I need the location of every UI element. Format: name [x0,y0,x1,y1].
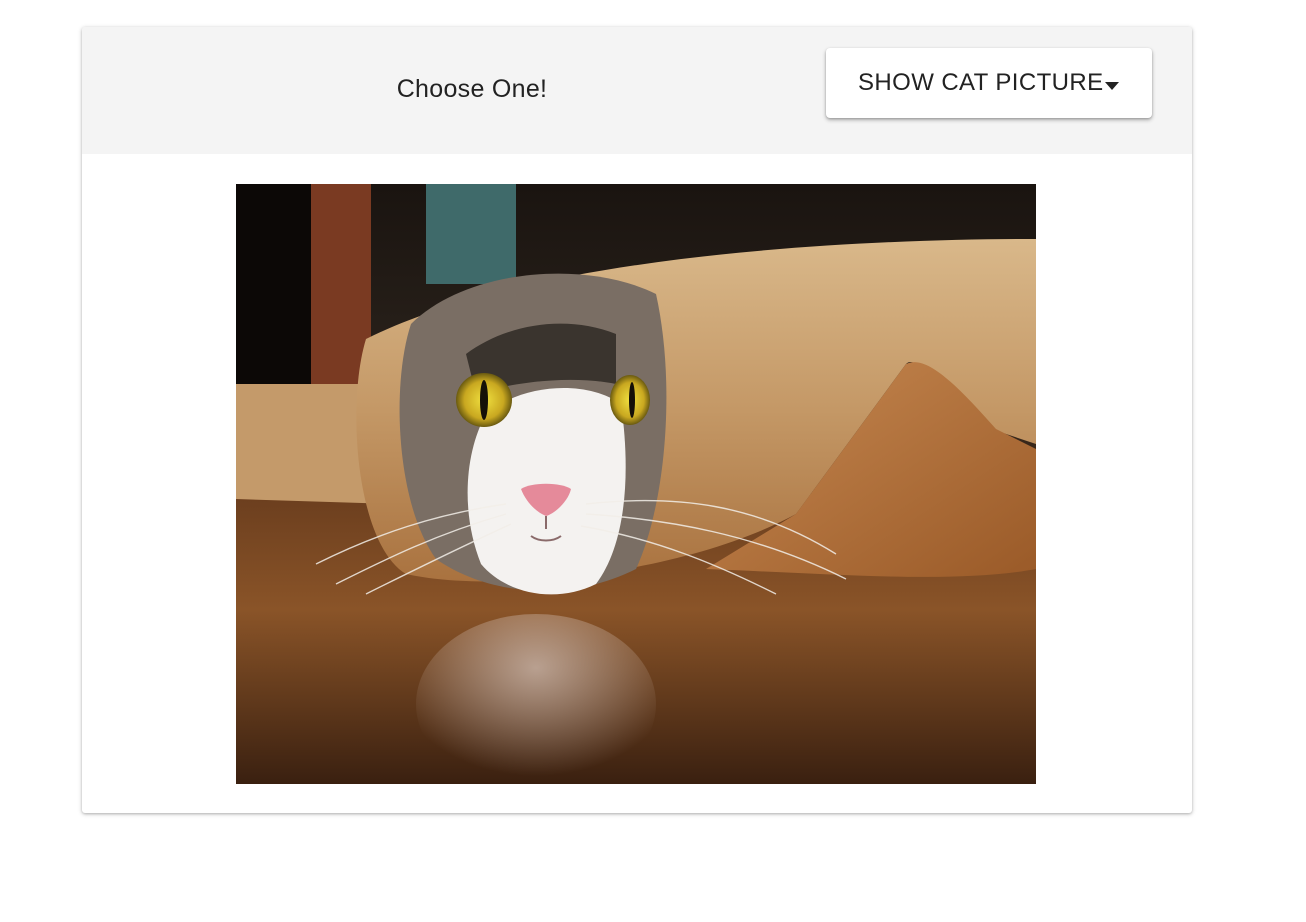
caret-down-icon [1104,82,1119,90]
content-card: Choose One! Show Cat Picture [82,27,1192,813]
page-title: Choose One! [396,75,548,103]
dropdown-label: Show Cat Picture [858,69,1104,96]
card-header: Choose One! Show Cat Picture [82,27,1192,154]
cat-photo-illustration [236,184,1036,784]
cat-photo [236,184,1036,784]
show-cat-picture-dropdown[interactable]: Show Cat Picture [826,48,1152,118]
